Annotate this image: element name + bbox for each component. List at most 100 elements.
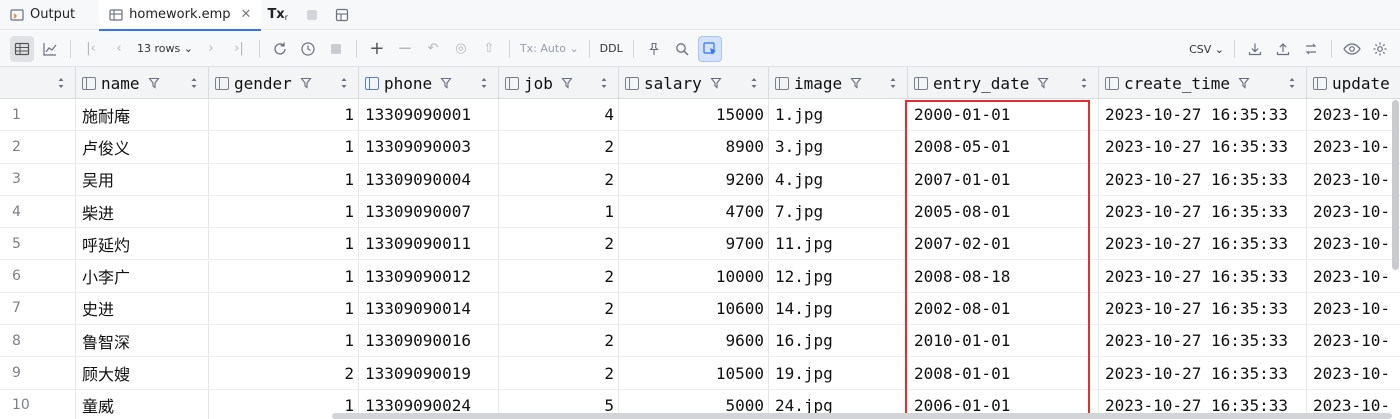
cell-entry-date[interactable]: 2000-01-01 xyxy=(908,99,1099,132)
cell-image[interactable]: 19.jpg xyxy=(769,357,908,390)
table-row[interactable]: 8 鲁智深 1 13309090016 2 9600 16.jpg 2010-01-01 202… xyxy=(0,325,1400,358)
cell-entry-date[interactable]: 2005-08-01 xyxy=(908,195,1099,229)
chart-view-button[interactable] xyxy=(38,36,62,62)
rows-count-dropdown[interactable]: 13 rows ⌄ xyxy=(133,42,197,55)
cell-image[interactable]: 4.jpg xyxy=(769,163,908,196)
cell-job[interactable]: 1 xyxy=(499,195,619,229)
cell-job[interactable]: 2 xyxy=(499,228,619,261)
column-header-salary[interactable]: salary xyxy=(619,67,769,99)
row-number[interactable]: 8 xyxy=(0,325,38,358)
row-selector-cell[interactable] xyxy=(38,389,76,419)
sort-icon[interactable] xyxy=(57,76,65,90)
cell-name[interactable]: 吴用 xyxy=(76,163,209,196)
cell-entry-date[interactable]: 2002-08-01 xyxy=(908,292,1099,326)
cell-phone[interactable]: 13309090012 xyxy=(359,260,499,293)
reload-button[interactable] xyxy=(268,36,292,62)
sort-icon[interactable] xyxy=(480,76,488,90)
history-button[interactable] xyxy=(296,36,320,62)
table-row[interactable]: 3 吴用 1 13309090004 2 9200 4.jpg 2007-01-01 2023-… xyxy=(0,163,1400,196)
cell-job[interactable]: 4 xyxy=(499,99,619,132)
cell-name[interactable]: 卢俊义 xyxy=(76,131,209,164)
tab-tx[interactable]: Tx r xyxy=(261,0,294,30)
column-header-update[interactable]: update xyxy=(1307,67,1400,99)
cell-image[interactable]: 16.jpg xyxy=(769,325,908,358)
cell-image[interactable]: 1.jpg xyxy=(769,99,908,132)
cell-entry-date[interactable]: 2008-05-01 xyxy=(908,131,1099,164)
row-selector-cell[interactable] xyxy=(38,260,76,293)
column-header-image[interactable]: image xyxy=(769,67,908,99)
cell-entry-date[interactable]: 2008-08-18 xyxy=(908,260,1099,293)
stop-button[interactable] xyxy=(324,36,348,62)
row-selector-cell[interactable] xyxy=(38,325,76,358)
filter-view-button[interactable] xyxy=(697,35,722,62)
table-row[interactable]: 7 史进 1 13309090014 2 10600 14.jpg 2002-08-01 202… xyxy=(0,292,1400,326)
cell-create-time[interactable]: 2023-10-27 16:35:33 xyxy=(1099,195,1307,229)
search-button[interactable] xyxy=(670,36,694,62)
cell-create-time[interactable]: 2023-10-27 16:35:33 xyxy=(1099,357,1307,390)
close-icon[interactable]: ✕ xyxy=(241,7,252,22)
cell-image[interactable]: 11.jpg xyxy=(769,228,908,261)
column-header-phone[interactable]: phone xyxy=(359,67,499,99)
filter-icon[interactable] xyxy=(850,77,862,89)
last-page-icon[interactable]: ›| xyxy=(227,36,251,62)
cell-salary[interactable]: 10600 xyxy=(619,292,769,326)
cell-update[interactable]: 2023-10- xyxy=(1307,293,1400,326)
cell-create-time[interactable]: 2023-10-27 16:35:33 xyxy=(1099,99,1307,132)
pin-button[interactable] xyxy=(642,36,666,62)
cell-gender[interactable]: 2 xyxy=(209,357,359,390)
cell-update[interactable]: 2023-10- xyxy=(1307,261,1400,293)
cell-phone[interactable]: 13309090014 xyxy=(359,292,499,326)
cell-gender[interactable]: 1 xyxy=(209,195,359,229)
horizontal-scrollbar[interactable] xyxy=(332,413,1392,419)
cell-image[interactable]: 12.jpg xyxy=(769,260,908,293)
tab-homework-emp[interactable]: homework.emp ✕ xyxy=(99,0,262,31)
row-selector-cell[interactable] xyxy=(38,228,76,261)
cell-phone[interactable]: 13309090011 xyxy=(359,228,499,261)
filter-icon[interactable] xyxy=(1037,77,1049,89)
filter-icon[interactable] xyxy=(561,77,573,89)
cell-create-time[interactable]: 2023-10-27 16:35:33 xyxy=(1099,292,1307,326)
export-button[interactable] xyxy=(1243,36,1267,62)
tab-output[interactable]: Output xyxy=(0,0,85,30)
row-number[interactable]: 2 xyxy=(0,131,38,164)
cell-update[interactable]: 2023-10- xyxy=(1307,131,1400,164)
cell-create-time[interactable]: 2023-10-27 16:35:33 xyxy=(1099,228,1307,261)
table-row[interactable]: 6 小李广 1 13309090012 2 10000 12.jpg 2008-08-18 20… xyxy=(0,260,1400,293)
sort-icon[interactable] xyxy=(1080,76,1088,90)
import-button[interactable] xyxy=(1271,36,1295,62)
cell-name[interactable]: 柴进 xyxy=(76,195,209,229)
cell-name[interactable]: 鲁智深 xyxy=(76,325,209,358)
table-row[interactable]: 1 施耐庵 1 13309090001 4 15000 1.jpg 2000-01-01 202… xyxy=(0,99,1400,132)
cell-entry-date[interactable]: 2007-02-01 xyxy=(908,228,1099,261)
add-row-button[interactable]: + xyxy=(365,36,389,62)
cell-salary[interactable]: 9600 xyxy=(619,325,769,358)
next-page-icon[interactable]: › xyxy=(199,36,223,62)
preview-pending-button[interactable]: ◎ xyxy=(449,36,473,62)
cell-image[interactable]: 3.jpg xyxy=(769,131,908,164)
cell-salary[interactable]: 8900 xyxy=(619,131,769,164)
filter-icon[interactable] xyxy=(710,77,722,89)
cell-update[interactable]: 2023-10- xyxy=(1307,228,1400,261)
row-number[interactable]: 4 xyxy=(0,196,38,229)
cell-gender[interactable]: 1 xyxy=(209,99,359,132)
cell-image[interactable]: 7.jpg xyxy=(769,195,908,229)
table-row[interactable]: 2 卢俊义 1 13309090003 2 8900 3.jpg 2008-05-01 2023… xyxy=(0,131,1400,164)
cell-name[interactable]: 童威 xyxy=(76,389,209,419)
header-selector[interactable] xyxy=(38,67,76,99)
column-header-name[interactable]: name xyxy=(76,67,209,99)
cell-create-time[interactable]: 2023-10-27 16:35:33 xyxy=(1099,131,1307,164)
cell-name[interactable]: 小李广 xyxy=(76,260,209,293)
cell-gender[interactable]: 1 xyxy=(209,325,359,358)
column-header-create_time[interactable]: create_time xyxy=(1099,67,1307,99)
cell-salary[interactable]: 4700 xyxy=(619,195,769,229)
cell-name[interactable]: 史进 xyxy=(76,292,209,326)
cell-name[interactable]: 呼延灼 xyxy=(76,228,209,261)
row-number[interactable]: 1 xyxy=(0,99,38,132)
cell-phone[interactable]: 13309090003 xyxy=(359,131,499,164)
cell-job[interactable]: 2 xyxy=(499,292,619,326)
cell-job[interactable]: 2 xyxy=(499,260,619,293)
cell-create-time[interactable]: 2023-10-27 16:35:33 xyxy=(1099,260,1307,293)
row-selector-cell[interactable] xyxy=(38,163,76,196)
column-header-job[interactable]: job xyxy=(499,67,619,99)
submit-button[interactable]: ⇧ xyxy=(477,36,501,62)
